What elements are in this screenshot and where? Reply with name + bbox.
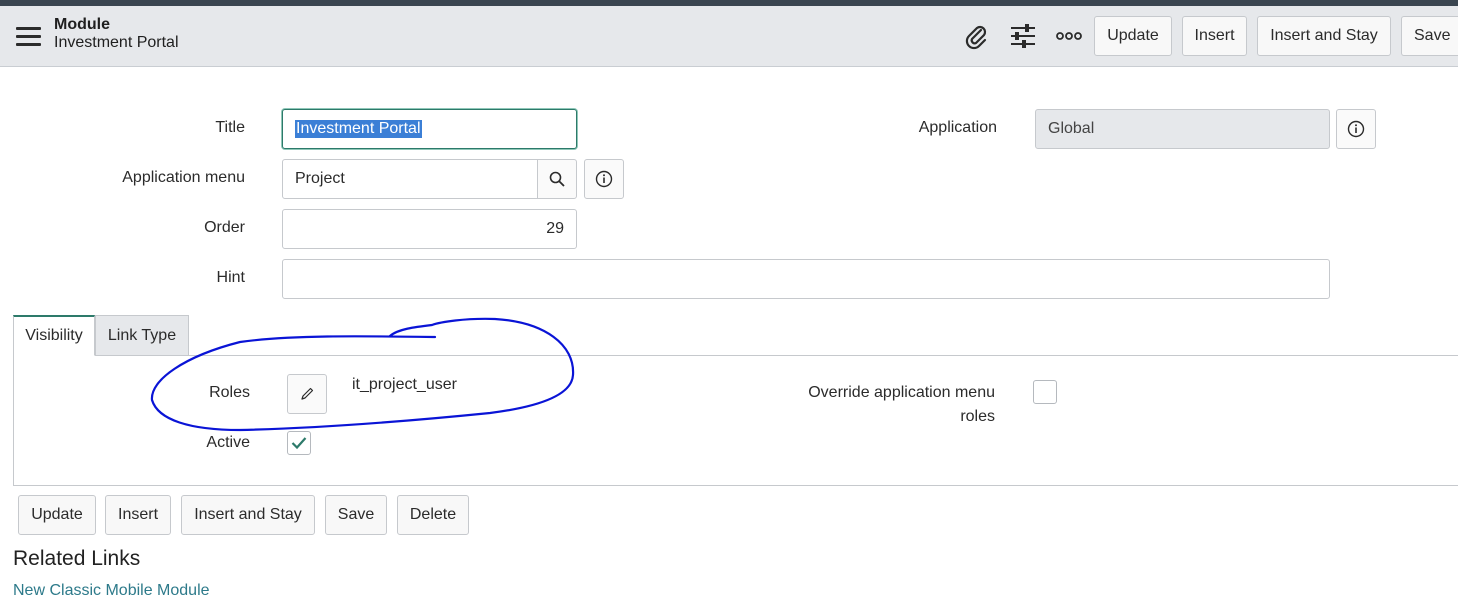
roles-label: Roles	[209, 384, 250, 401]
check-icon	[291, 437, 307, 450]
order-input[interactable]: 29	[282, 209, 577, 249]
tab-visibility[interactable]: Visibility	[13, 315, 95, 356]
search-icon[interactable]	[537, 159, 577, 199]
record-title: Investment Portal	[54, 34, 179, 51]
paperclip-icon[interactable]	[962, 22, 990, 50]
title-input[interactable]: Investment Portal	[282, 109, 577, 149]
insert-button[interactable]: Insert	[1182, 16, 1247, 56]
application-menu-input[interactable]: Project	[282, 159, 538, 199]
title-label: Title	[215, 119, 245, 136]
save-button[interactable]: Save	[1401, 16, 1458, 56]
related-links-heading: Related Links	[13, 547, 141, 570]
override-label-line1: Override application menu	[808, 384, 995, 401]
footer-insert-button[interactable]: Insert	[105, 495, 171, 535]
application-value: Global	[1048, 120, 1095, 137]
pencil-icon	[301, 387, 314, 400]
more-icon[interactable]	[1055, 22, 1083, 50]
hint-label: Hint	[216, 269, 245, 286]
form-header: Module Investment Portal Update Insert I…	[0, 6, 1458, 67]
visibility-panel	[13, 354, 1458, 486]
related-link[interactable]: New Classic Mobile Module	[13, 582, 210, 600]
footer-update-button[interactable]: Update	[18, 495, 96, 535]
application-label: Application	[918, 119, 997, 136]
order-value: 29	[546, 220, 564, 237]
order-label: Order	[204, 219, 245, 236]
application-menu-label: Application menu	[122, 169, 245, 186]
record-type: Module	[54, 16, 110, 33]
override-checkbox[interactable]	[1033, 380, 1057, 404]
active-label: Active	[206, 434, 250, 451]
roles-value: it_project_user	[352, 376, 457, 393]
footer-delete-button[interactable]: Delete	[397, 495, 469, 535]
application-menu-info-icon[interactable]	[584, 159, 624, 199]
footer-save-button[interactable]: Save	[325, 495, 387, 535]
active-checkbox[interactable]	[287, 431, 311, 455]
application-menu-value: Project	[295, 170, 345, 187]
application-field: Global	[1035, 109, 1330, 149]
application-info-icon[interactable]	[1336, 109, 1376, 149]
hint-input[interactable]	[282, 259, 1330, 299]
footer-insert-and-stay-button[interactable]: Insert and Stay	[181, 495, 315, 535]
update-button[interactable]: Update	[1094, 16, 1172, 56]
override-label-line2: roles	[960, 408, 995, 425]
menu-icon[interactable]	[16, 27, 41, 47]
edit-roles-button[interactable]	[287, 374, 327, 414]
title-value: Investment Portal	[295, 120, 422, 138]
tab-link-type[interactable]: Link Type	[95, 315, 189, 355]
tab-bar: Visibility Link Type	[13, 315, 1458, 356]
insert-and-stay-button[interactable]: Insert and Stay	[1257, 16, 1391, 56]
sliders-icon[interactable]	[1009, 22, 1037, 50]
